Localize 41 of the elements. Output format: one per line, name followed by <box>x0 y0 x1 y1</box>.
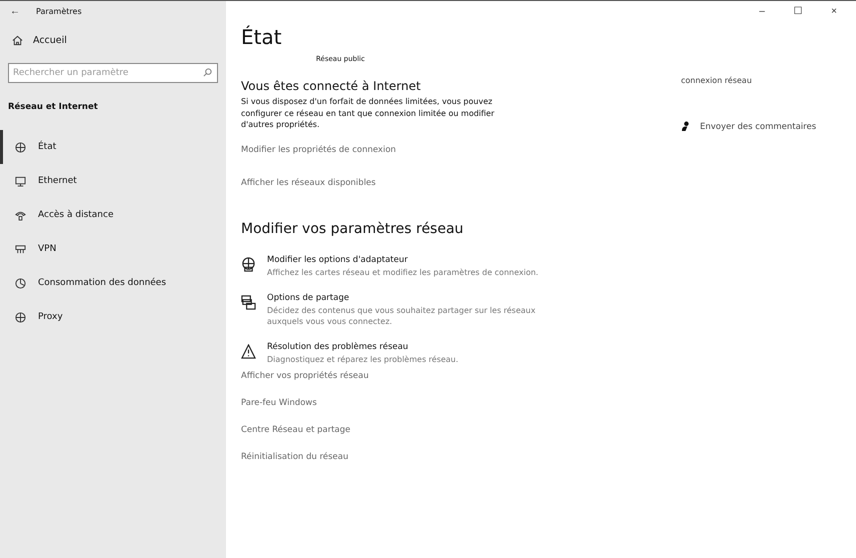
home-link[interactable]: Accueil <box>12 33 226 47</box>
option-link[interactable]: Résolution des problèmes réseau <box>267 342 567 352</box>
sidebar-item[interactable]: Consommation des données <box>0 266 226 300</box>
status-description: Si vous disposez d'un forfait de données limitées, vous pouvez configurer ce réseau en tant que connexion limitée ou modifier d'autres propriétés. <box>241 96 496 130</box>
home-icon <box>12 34 23 46</box>
option-description: Décidez des contenus que vous souhaitez partager sur les réseaux auxquels vous vous connectez. <box>267 304 536 326</box>
sidebar-item[interactable]: Ethernet <box>0 164 226 198</box>
settings-link[interactable]: Afficher les réseaux disponibles <box>241 178 376 196</box>
back-button[interactable]: ← <box>8 6 22 16</box>
option-description: Affichez les cartes réseau et modifiez les paramètres de connexion. <box>267 266 540 278</box>
sidebar-item[interactable]: Accès à distance <box>0 198 226 232</box>
search-field[interactable]: Rechercher un paramètre <box>8 63 218 83</box>
option-description: Diagnostiquez et réparez les problèmes réseau. <box>267 354 460 364</box>
related-link[interactable]: connexion réseau <box>681 76 816 85</box>
monitor-icon <box>15 176 26 186</box>
phone-icon <box>15 210 26 220</box>
settings-link[interactable]: Réinitialisation du réseau <box>241 452 348 478</box>
option-link[interactable]: Modifier les options d'adaptateur <box>267 254 567 264</box>
status-heading: Vous êtes connecté à Internet <box>241 79 421 93</box>
option-link[interactable]: Options de partage <box>267 292 567 302</box>
globe-icon <box>15 142 26 152</box>
settings-link[interactable]: Pare-feu Windows <box>241 398 317 424</box>
person-icon <box>681 121 690 132</box>
globe-icon <box>15 312 26 322</box>
maximize-button[interactable]: ☐ <box>780 1 816 21</box>
chart-icon <box>15 278 26 288</box>
settings-link[interactable]: Centre Réseau et partage <box>241 424 350 452</box>
search-icon <box>203 68 212 77</box>
warning-icon <box>241 344 256 358</box>
window-title: Paramètres <box>36 6 82 16</box>
section-heading: Réseau et Internet <box>8 102 99 112</box>
page-title: État <box>241 25 282 49</box>
settings-link[interactable]: Modifier les propriétés de connexion <box>241 144 396 164</box>
section-heading: Modifier vos paramètres réseau <box>241 220 464 236</box>
sidebar-item[interactable]: Proxy <box>0 300 226 334</box>
globe-monitor-icon <box>241 256 256 272</box>
minimize-button[interactable]: – <box>744 1 780 21</box>
close-button[interactable]: × <box>816 1 852 21</box>
settings-link[interactable]: Afficher vos propriétés réseau <box>241 370 369 398</box>
sidebar-item[interactable]: VPN <box>0 232 226 266</box>
feedback-link[interactable]: Envoyer des commentaires <box>681 121 816 132</box>
